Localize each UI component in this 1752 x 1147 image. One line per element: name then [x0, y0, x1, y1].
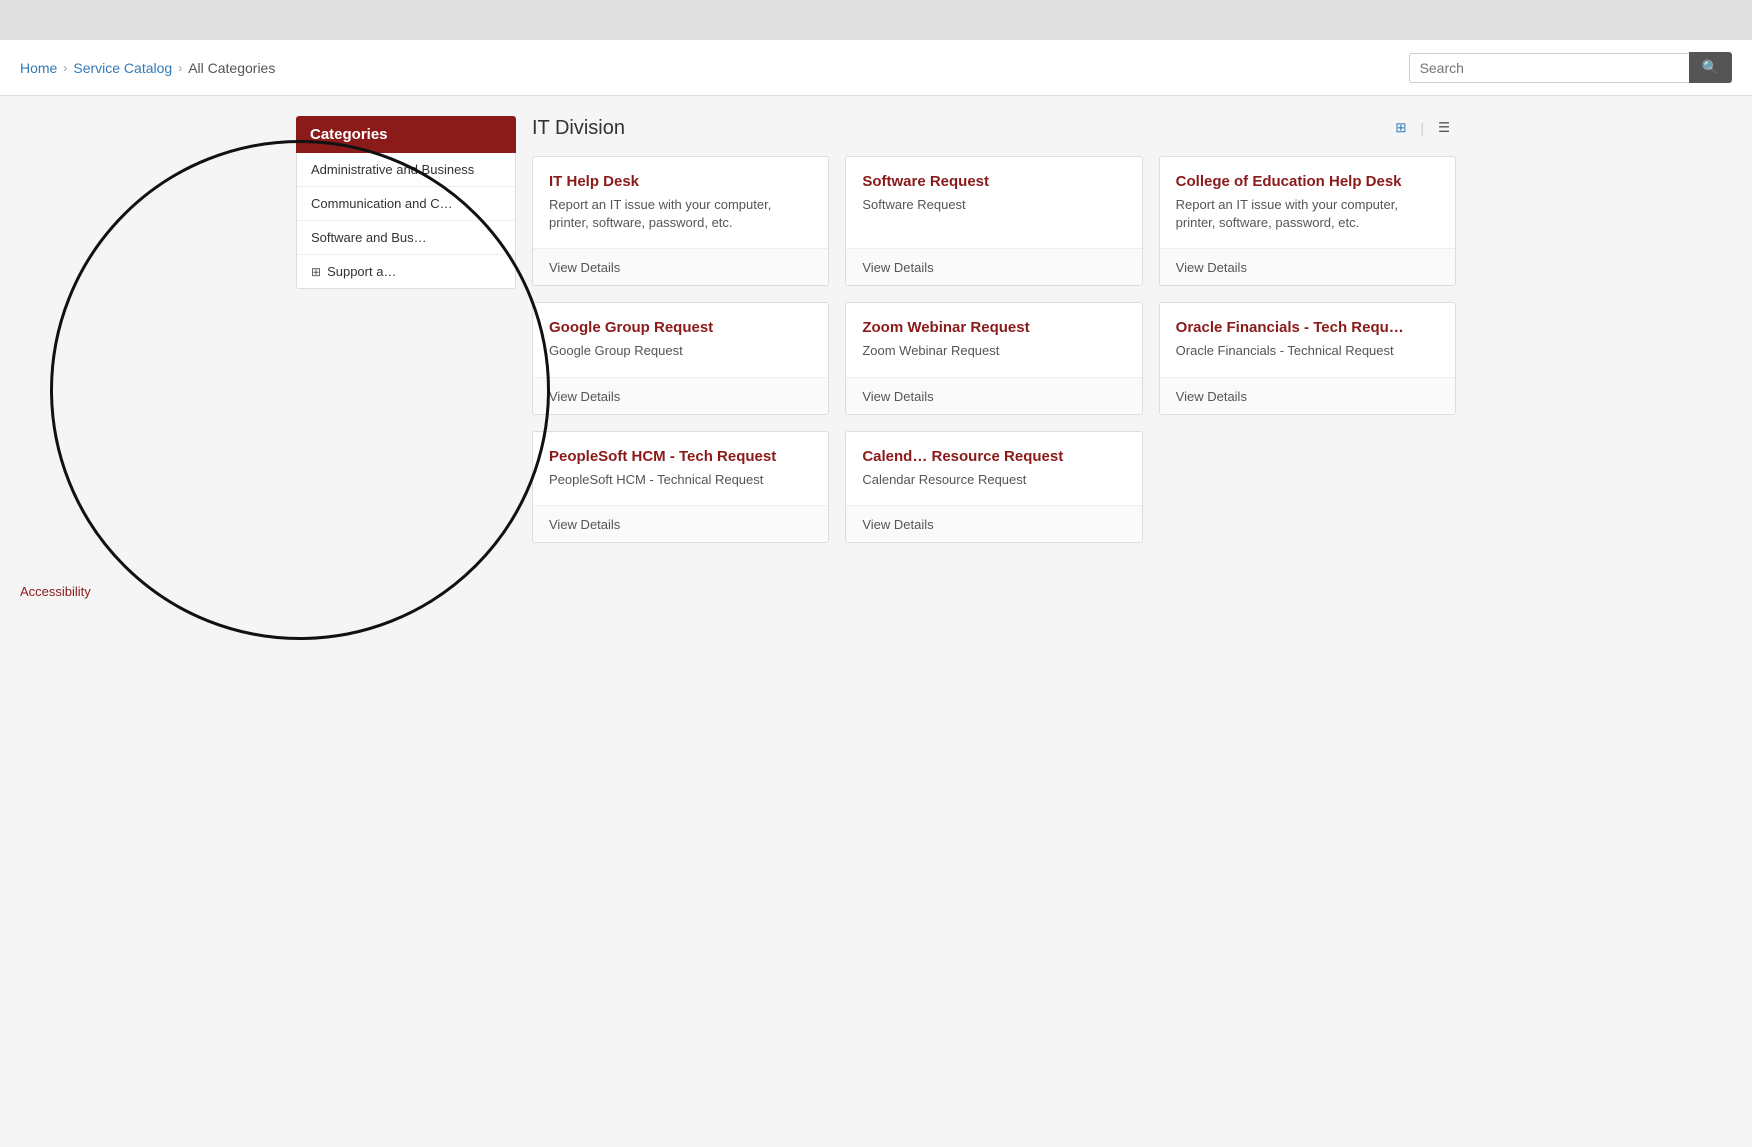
card-oracle-financials-title[interactable]: Oracle Financials - Tech Requ… — [1176, 319, 1439, 336]
card-college-education-footer: View Details — [1160, 248, 1455, 285]
sidebar: Categories Administrative and Business C… — [296, 116, 516, 543]
grid-icon: ⊞ — [1395, 120, 1406, 135]
card-zoom-webinar: Zoom Webinar Request Zoom Webinar Reques… — [845, 302, 1142, 414]
card-it-help-desk-body: IT Help Desk Report an IT issue with you… — [533, 157, 828, 248]
sidebar-item-communication[interactable]: Communication and C… — [297, 187, 515, 221]
list-icon: ☰ — [1438, 120, 1450, 135]
breadcrumb: Home › Service Catalog › All Categories — [20, 60, 275, 76]
search-icon: 🔍 — [1702, 59, 1719, 75]
content-header: IT Division ⊞ | ☰ — [532, 116, 1456, 140]
card-software-request-view-details[interactable]: View Details — [862, 260, 933, 275]
view-grid-button[interactable]: ⊞ — [1389, 116, 1412, 140]
card-software-request-title[interactable]: Software Request — [862, 173, 1125, 190]
card-oracle-financials: Oracle Financials - Tech Requ… Oracle Fi… — [1159, 302, 1456, 414]
search-button[interactable]: 🔍 — [1689, 52, 1732, 83]
card-google-group-view-details[interactable]: View Details — [549, 389, 620, 404]
card-software-request-desc: Software Request — [862, 196, 1125, 214]
search-bar: 🔍 — [1409, 52, 1732, 83]
card-google-group-title[interactable]: Google Group Request — [549, 319, 812, 336]
sidebar-item-admin-business[interactable]: Administrative and Business — [297, 153, 515, 187]
sidebar-item-support-label: Support a… — [327, 264, 396, 279]
top-bar — [0, 0, 1752, 40]
sidebar-item-software[interactable]: Software and Bus… — [297, 221, 515, 255]
card-college-education-title[interactable]: College of Education Help Desk — [1176, 173, 1439, 190]
card-software-request: Software Request Software Request View D… — [845, 156, 1142, 286]
card-peoplesoft-hcm: PeopleSoft HCM - Tech Request PeopleSoft… — [532, 431, 829, 543]
card-peoplesoft-hcm-body: PeopleSoft HCM - Tech Request PeopleSoft… — [533, 432, 828, 505]
card-google-group-desc: Google Group Request — [549, 342, 812, 360]
card-calendar-resource: Calend… Resource Request Calendar Resour… — [845, 431, 1142, 543]
view-toggles: ⊞ | ☰ — [1389, 116, 1456, 140]
card-college-education-view-details[interactable]: View Details — [1176, 260, 1247, 275]
card-oracle-financials-footer: View Details — [1160, 377, 1455, 414]
card-it-help-desk-footer: View Details — [533, 248, 828, 285]
card-peoplesoft-hcm-title[interactable]: PeopleSoft HCM - Tech Request — [549, 448, 812, 465]
plus-icon: ⊞ — [311, 265, 321, 279]
card-calendar-resource-title[interactable]: Calend… Resource Request — [862, 448, 1125, 465]
card-it-help-desk-title[interactable]: IT Help Desk — [549, 173, 812, 190]
breadcrumb-home[interactable]: Home — [20, 60, 57, 76]
cards-grid: IT Help Desk Report an IT issue with you… — [532, 156, 1456, 543]
divider: | — [1420, 120, 1424, 136]
card-google-group: Google Group Request Google Group Reques… — [532, 302, 829, 414]
card-college-education-body: College of Education Help Desk Report an… — [1160, 157, 1455, 248]
card-zoom-webinar-desc: Zoom Webinar Request — [862, 342, 1125, 360]
card-calendar-resource-body: Calend… Resource Request Calendar Resour… — [846, 432, 1141, 505]
card-software-request-body: Software Request Software Request — [846, 157, 1141, 248]
search-input[interactable] — [1409, 53, 1689, 83]
card-peoplesoft-hcm-view-details[interactable]: View Details — [549, 517, 620, 532]
view-list-button[interactable]: ☰ — [1432, 116, 1456, 140]
card-zoom-webinar-body: Zoom Webinar Request Zoom Webinar Reques… — [846, 303, 1141, 376]
page-footer: Accessibility — [0, 563, 1752, 619]
card-software-request-footer: View Details — [846, 248, 1141, 285]
content-area: IT Division ⊞ | ☰ IT Help Desk Report an… — [532, 116, 1456, 543]
card-oracle-financials-body: Oracle Financials - Tech Requ… Oracle Fi… — [1160, 303, 1455, 376]
card-peoplesoft-hcm-desc: PeopleSoft HCM - Technical Request — [549, 471, 812, 489]
card-it-help-desk: IT Help Desk Report an IT issue with you… — [532, 156, 829, 286]
breadcrumb-bar: Home › Service Catalog › All Categories … — [0, 40, 1752, 96]
accessibility-link[interactable]: Accessibility — [20, 584, 91, 599]
main-container: Categories Administrative and Business C… — [276, 96, 1476, 563]
sidebar-header: Categories — [296, 116, 516, 153]
card-oracle-financials-view-details[interactable]: View Details — [1176, 389, 1247, 404]
card-zoom-webinar-title[interactable]: Zoom Webinar Request — [862, 319, 1125, 336]
card-calendar-resource-desc: Calendar Resource Request — [862, 471, 1125, 489]
sidebar-item-support[interactable]: ⊞ Support a… — [297, 255, 515, 288]
chevron-icon-2: › — [178, 61, 182, 75]
card-peoplesoft-hcm-footer: View Details — [533, 505, 828, 542]
card-college-education: College of Education Help Desk Report an… — [1159, 156, 1456, 286]
card-google-group-body: Google Group Request Google Group Reques… — [533, 303, 828, 376]
card-calendar-resource-view-details[interactable]: View Details — [862, 517, 933, 532]
card-calendar-resource-footer: View Details — [846, 505, 1141, 542]
card-google-group-footer: View Details — [533, 377, 828, 414]
card-college-education-desc: Report an IT issue with your computer, p… — [1176, 196, 1439, 232]
card-it-help-desk-desc: Report an IT issue with your computer, p… — [549, 196, 812, 232]
card-oracle-financials-desc: Oracle Financials - Technical Request — [1176, 342, 1439, 360]
sidebar-list: Administrative and Business Communicatio… — [296, 153, 516, 289]
breadcrumb-current: All Categories — [188, 60, 275, 76]
chevron-icon-1: › — [63, 61, 67, 75]
breadcrumb-service-catalog[interactable]: Service Catalog — [73, 60, 172, 76]
card-zoom-webinar-footer: View Details — [846, 377, 1141, 414]
content-title: IT Division — [532, 117, 625, 140]
card-zoom-webinar-view-details[interactable]: View Details — [862, 389, 933, 404]
card-it-help-desk-view-details[interactable]: View Details — [549, 260, 620, 275]
